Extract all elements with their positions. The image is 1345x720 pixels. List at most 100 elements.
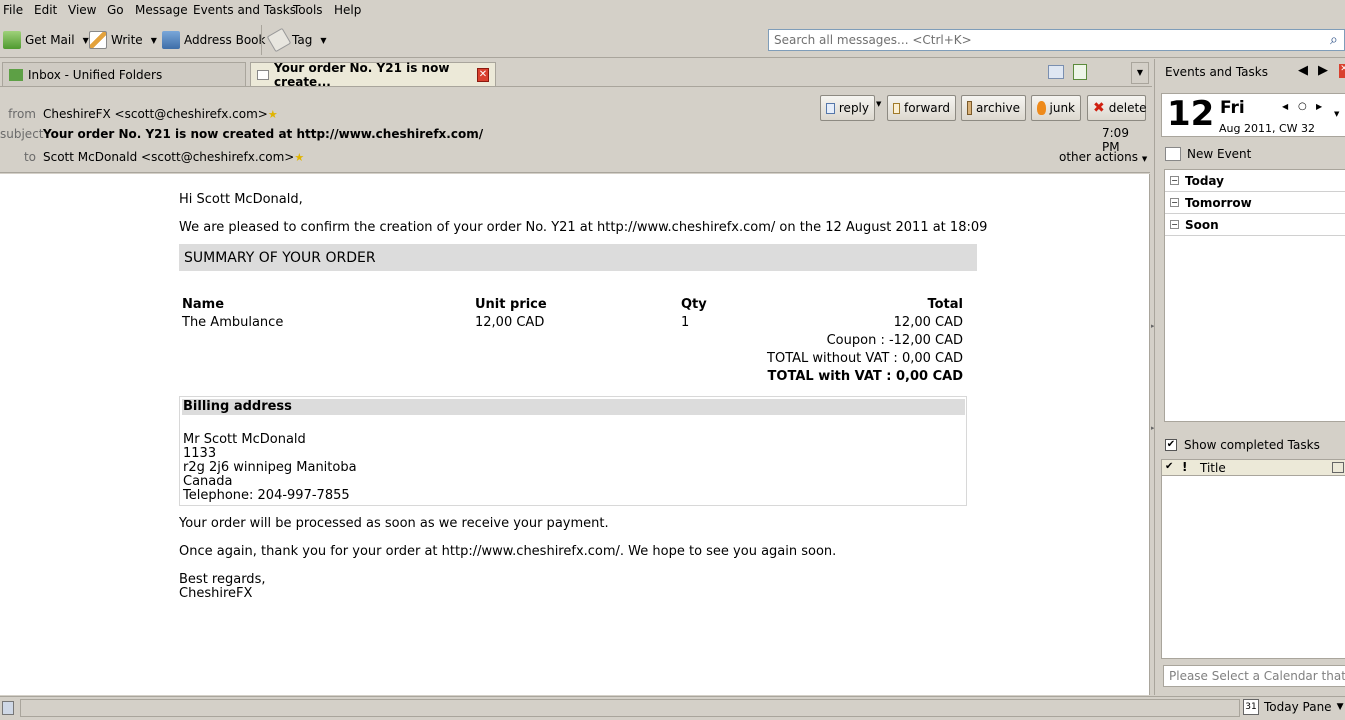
task-list-header: ✔ ! Title bbox=[1162, 460, 1345, 476]
agenda-today[interactable]: − Today bbox=[1165, 170, 1345, 192]
col-header-name: Name bbox=[182, 297, 225, 312]
get-mail-icon bbox=[3, 31, 21, 49]
archive-label: archive bbox=[975, 101, 1020, 115]
menu-file[interactable]: File bbox=[3, 3, 23, 17]
chevron-down-icon[interactable]: ▼ bbox=[83, 36, 89, 45]
tab-message[interactable]: Your order No. Y21 is now create... ✕ bbox=[250, 61, 496, 89]
close-icon[interactable]: ✕ bbox=[1339, 64, 1345, 78]
today-pane: Events and Tasks ◀ ▶ ✕ 12 Fri Aug 2011, … bbox=[1154, 59, 1345, 695]
from-label: from bbox=[8, 107, 36, 121]
total-with-vat: TOTAL with VAT : 0,00 CAD bbox=[767, 369, 963, 384]
address-book-button[interactable]: Address Book bbox=[162, 26, 265, 54]
calendar-day-icon: 31 bbox=[1243, 699, 1259, 715]
get-mail-label: Get Mail bbox=[25, 33, 75, 47]
junk-button[interactable]: junk bbox=[1031, 95, 1081, 121]
status-text-panel bbox=[20, 699, 1240, 717]
address-book-icon bbox=[162, 31, 180, 49]
menu-go[interactable]: Go bbox=[107, 3, 124, 17]
summary-title: SUMMARY OF YOUR ORDER bbox=[184, 250, 376, 266]
reply-button[interactable]: reply bbox=[820, 95, 875, 121]
inbox-icon bbox=[9, 68, 23, 81]
get-mail-button[interactable]: Get Mail ▼ bbox=[3, 26, 89, 54]
next-arrow-icon[interactable]: ▶ bbox=[1318, 63, 1328, 78]
prev-day-icon[interactable]: ◀ bbox=[1282, 102, 1288, 111]
billing-line: Telephone: 204-997-7855 bbox=[183, 488, 350, 503]
menu-view[interactable]: View bbox=[68, 3, 96, 17]
quick-add-task-input[interactable]: Please Select a Calendar that Supports T… bbox=[1163, 665, 1345, 687]
agenda-list: − Today − Tomorrow − Soon bbox=[1164, 169, 1345, 422]
priority-column-icon[interactable]: ! bbox=[1182, 460, 1187, 474]
tab-inbox[interactable]: Inbox - Unified Folders bbox=[2, 62, 246, 86]
new-event-button[interactable]: New Event bbox=[1165, 147, 1251, 161]
show-completed-toggle[interactable]: ✔ Show completed Tasks bbox=[1165, 438, 1320, 452]
tag-button[interactable]: Tag ▼ bbox=[266, 26, 327, 54]
show-completed-checkbox[interactable]: ✔ bbox=[1165, 439, 1177, 451]
column-picker-icon[interactable] bbox=[1332, 462, 1344, 473]
billing-address-box: Billing address Mr Scott McDonald 1133 r… bbox=[179, 396, 967, 506]
today-pane-toggle[interactable]: 31 Today Pane ▼ bbox=[1243, 699, 1343, 715]
menu-tools[interactable]: Tools bbox=[293, 3, 323, 17]
message-header: from CheshireFX <scott@cheshirefx.com>★ … bbox=[0, 88, 1150, 173]
billing-line: Canada bbox=[183, 474, 233, 489]
chevron-down-icon[interactable]: ▼ bbox=[1334, 110, 1339, 118]
chevron-down-icon[interactable]: ▼ bbox=[151, 36, 157, 45]
write-button[interactable]: Write ▼ bbox=[89, 26, 157, 54]
star-icon[interactable]: ★ bbox=[294, 151, 304, 164]
agenda-soon-label: Soon bbox=[1185, 217, 1219, 232]
reply-menu-chevron-icon[interactable]: ▼ bbox=[876, 100, 881, 108]
to-address: Scott McDonald <scott@cheshirefx.com> bbox=[43, 150, 295, 164]
collapse-icon[interactable]: − bbox=[1170, 198, 1179, 207]
chevron-down-icon[interactable]: ▼ bbox=[1337, 702, 1344, 712]
to-value[interactable]: Scott McDonald <scott@cheshirefx.com>★ bbox=[43, 150, 304, 164]
today-pane-title: Events and Tasks bbox=[1165, 65, 1268, 79]
task-input-placeholder: Please Select a Calendar that Supports T… bbox=[1169, 669, 1345, 683]
address-book-label: Address Book bbox=[184, 33, 266, 47]
col-header-unit-price: Unit price bbox=[475, 297, 547, 312]
delete-label: delete bbox=[1108, 101, 1147, 115]
day-number: 12 bbox=[1167, 94, 1215, 134]
task-title-column[interactable]: Title bbox=[1200, 461, 1226, 475]
delete-button[interactable]: ✖ delete bbox=[1087, 95, 1147, 121]
online-status-icon[interactable] bbox=[2, 701, 14, 715]
cell-unit-price: 12,00 CAD bbox=[475, 315, 545, 330]
other-actions-label: other actions bbox=[1059, 150, 1138, 164]
forward-button[interactable]: forward bbox=[887, 95, 956, 121]
menu-events-and-tasks[interactable]: Events and Tasks bbox=[193, 3, 296, 17]
archive-icon bbox=[967, 101, 972, 115]
menu-help[interactable]: Help bbox=[334, 3, 361, 17]
agenda-tomorrow-label: Tomorrow bbox=[1185, 195, 1252, 210]
star-icon[interactable]: ★ bbox=[268, 108, 278, 121]
collapse-icon[interactable]: − bbox=[1170, 176, 1179, 185]
agenda-soon[interactable]: − Soon bbox=[1165, 214, 1345, 236]
completed-column-icon[interactable]: ✔ bbox=[1165, 461, 1173, 472]
archive-button[interactable]: archive bbox=[961, 95, 1026, 121]
chevron-down-icon: ▼ bbox=[320, 35, 327, 45]
close-icon[interactable]: ✕ bbox=[476, 67, 489, 82]
thanks-text: Once again, thank you for your order at … bbox=[179, 544, 837, 559]
agenda-today-label: Today bbox=[1185, 173, 1224, 188]
agenda-tomorrow[interactable]: − Tomorrow bbox=[1165, 192, 1345, 214]
coupon-line: Coupon : -12,00 CAD bbox=[826, 333, 963, 348]
collapse-icon[interactable]: − bbox=[1170, 220, 1179, 229]
col-header-total: Total bbox=[927, 297, 963, 312]
prev-arrow-icon[interactable]: ◀ bbox=[1298, 63, 1308, 78]
search-input[interactable]: Search all messages... <Ctrl+K> bbox=[768, 29, 1345, 51]
greeting: Hi Scott McDonald, bbox=[179, 192, 303, 207]
menu-edit[interactable]: Edit bbox=[34, 3, 57, 17]
show-completed-label: Show completed Tasks bbox=[1184, 438, 1320, 452]
next-day-icon[interactable]: ▶ bbox=[1316, 102, 1322, 111]
today-circle-icon[interactable]: ○ bbox=[1298, 101, 1307, 112]
message-body: Hi Scott McDonald, We are pleased to con… bbox=[0, 174, 1150, 695]
billing-line: 1133 bbox=[183, 446, 217, 461]
chevron-down-icon: ▼ bbox=[1141, 155, 1148, 163]
envelope-icon bbox=[257, 69, 270, 80]
from-value[interactable]: CheshireFX <scott@cheshirefx.com>★ bbox=[43, 107, 278, 121]
tasks-icon[interactable] bbox=[1073, 64, 1087, 80]
mini-day-box: 12 Fri Aug 2011, CW 32 ◀ ○ ▶ ▼ bbox=[1161, 93, 1345, 137]
other-actions-button[interactable]: other actions ▼ bbox=[1059, 150, 1147, 164]
menu-message[interactable]: Message bbox=[135, 3, 188, 17]
search-icon[interactable]: ⌕ bbox=[1330, 32, 1338, 48]
reply-label: reply bbox=[838, 101, 869, 115]
tab-list-chevron-icon[interactable]: ▼ bbox=[1131, 62, 1149, 84]
layout-icon[interactable] bbox=[1048, 65, 1064, 79]
